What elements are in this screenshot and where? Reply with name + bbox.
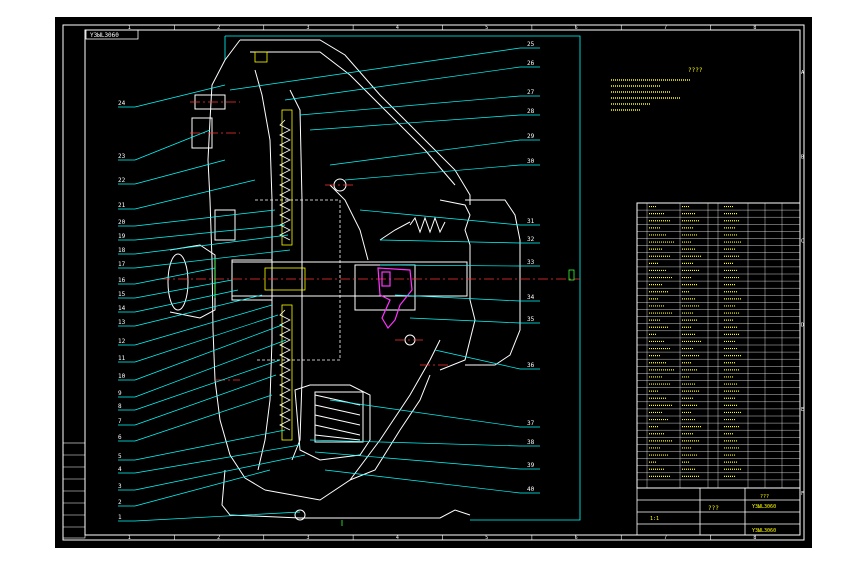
- callout-number: 20: [118, 219, 126, 226]
- callout-number: 7: [118, 418, 122, 425]
- zone-label-side: E: [801, 407, 804, 413]
- callout-number: 4: [118, 466, 122, 473]
- callout-number: 9: [118, 390, 122, 397]
- callout-number: 29: [527, 133, 535, 140]
- callout-number: 39: [527, 462, 535, 469]
- callout-number: 5: [118, 453, 122, 460]
- callout-number: 6: [118, 434, 122, 441]
- zone-label-top: 4: [396, 25, 399, 31]
- callout-number: 26: [527, 60, 535, 67]
- scale-label: 1:1: [650, 516, 659, 522]
- callout-number: 15: [118, 291, 126, 298]
- assembly-name: ???: [708, 505, 719, 512]
- zone-label-top: 6: [575, 25, 578, 31]
- callout-number: 31: [527, 218, 535, 225]
- callout-number: 28: [527, 108, 535, 115]
- callout-number: 22: [118, 177, 126, 184]
- zone-label-top: 5: [485, 25, 488, 31]
- callout-number: 33: [527, 259, 535, 266]
- cad-drawing: 1122334455667788ABCDEF Y3ЫL3060 24232221…: [0, 0, 867, 562]
- callout-number: 30: [527, 158, 535, 165]
- callout-number: 1: [118, 514, 122, 521]
- callout-number: 12: [118, 338, 126, 345]
- callout-number: 23: [118, 153, 126, 160]
- callout-number: 18: [118, 247, 126, 254]
- sheet-label: ???: [760, 494, 769, 500]
- zone-label-bottom: 3: [306, 535, 309, 541]
- callout-number: 13: [118, 319, 126, 326]
- callout-number: 8: [118, 403, 122, 410]
- zone-label-top: 7: [664, 25, 667, 31]
- callout-number: 21: [118, 202, 126, 209]
- callout-number: 32: [527, 236, 535, 243]
- zone-label-bottom: 1: [128, 535, 131, 541]
- zone-label-top: 3: [306, 25, 309, 31]
- callout-number: 34: [527, 294, 535, 301]
- zone-label-top: 2: [217, 25, 220, 31]
- zone-label-top: 8: [753, 25, 756, 31]
- zone-label-side: A: [801, 70, 804, 76]
- zone-label-bottom: 2: [217, 535, 220, 541]
- notes-title: ????: [688, 67, 703, 74]
- zone-label-bottom: 6: [575, 535, 578, 541]
- zone-label-side: F: [801, 491, 804, 497]
- zone-label-side: B: [801, 154, 804, 160]
- callout-number: 35: [527, 316, 535, 323]
- callout-number: 14: [118, 305, 126, 312]
- callout-number: 36: [527, 362, 535, 369]
- zone-label-bottom: 4: [396, 535, 399, 541]
- callout-number: 10: [118, 373, 126, 380]
- zone-label-bottom: 8: [753, 535, 756, 541]
- drawing-sheet: [55, 17, 812, 548]
- callout-number: 37: [527, 420, 535, 427]
- callout-number: 40: [527, 486, 535, 493]
- callout-number: 19: [118, 233, 126, 240]
- company: Y3ЫL3060: [752, 528, 776, 534]
- callout-number: 27: [527, 89, 535, 96]
- callout-number: 16: [118, 277, 126, 284]
- zone-label-bottom: 7: [664, 535, 667, 541]
- callout-number: 3: [118, 483, 122, 490]
- callout-number: 11: [118, 355, 126, 362]
- code-box-text: Y3ЫL3060: [90, 32, 119, 39]
- zone-label-bottom: 5: [485, 535, 488, 541]
- callout-number: 17: [118, 261, 126, 268]
- zone-label-side: C: [801, 238, 804, 244]
- drawing-no: Y3ЫL3060: [752, 504, 776, 510]
- zone-label-side: D: [801, 323, 804, 329]
- callout-number: 2: [118, 499, 122, 506]
- callout-number: 25: [527, 41, 535, 48]
- callout-number: 24: [118, 100, 126, 107]
- callout-number: 38: [527, 439, 535, 446]
